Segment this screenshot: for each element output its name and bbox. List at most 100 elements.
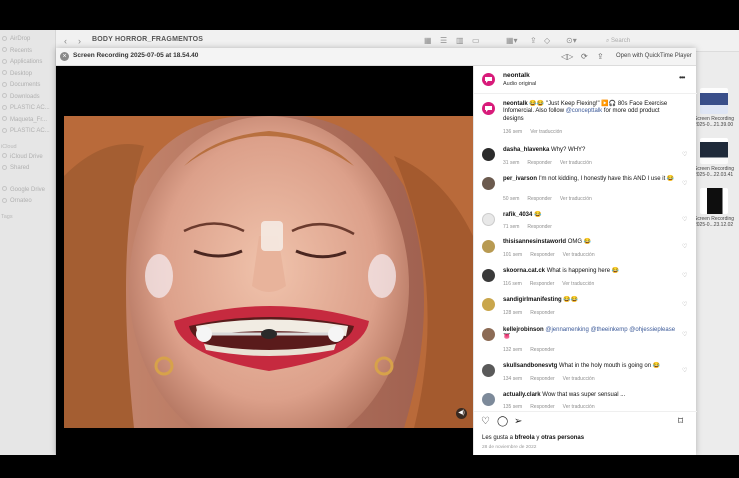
reply-link[interactable]: Responder (527, 160, 551, 166)
share-icon[interactable]: ⇪ (597, 52, 604, 61)
speech-bubble-icon (485, 77, 492, 83)
heart-icon[interactable]: ♡ (682, 367, 687, 374)
file-item[interactable]: Screen Recording 2025-0...23.12.02 (694, 182, 739, 232)
more-icon[interactable]: ⊙▾ (566, 36, 577, 45)
heart-icon[interactable]: ♡ (682, 301, 687, 308)
comment-user[interactable]: skoorna.cat.ck (503, 268, 545, 274)
open-with-quicktime-button[interactable]: Open with QuickTime Player (616, 53, 692, 59)
avatar[interactable] (482, 240, 495, 253)
comment-user[interactable]: kellejrobinson (503, 327, 544, 333)
video-still-face (64, 116, 473, 428)
bookmark-icon[interactable]: ⌑ (678, 416, 683, 427)
translate-link[interactable]: Ver traducción (560, 196, 592, 202)
avatar[interactable] (482, 298, 495, 311)
sidebar-item[interactable]: Downloads (0, 92, 55, 104)
comment-user[interactable]: neontalk (503, 101, 528, 107)
instagram-panel: neontalk Audio original ••• neontalk 😂😂 … (473, 66, 697, 455)
liker-username[interactable]: bfreola (515, 435, 535, 441)
mention-link[interactable]: @jennamenking @theeinkemp @ohjessiepleas… (545, 327, 675, 333)
comment-text: I'm not kidding, I honestly have this AN… (538, 176, 675, 182)
avatar[interactable] (482, 73, 495, 86)
share-icon[interactable]: ⇪ (530, 36, 537, 45)
more-options-icon[interactable]: ••• (679, 73, 685, 82)
column-view-icon[interactable]: ▥ (456, 36, 464, 45)
heart-icon[interactable]: ♡ (481, 416, 490, 427)
heart-icon[interactable]: ♡ (682, 243, 687, 250)
translate-link[interactable]: Ver traducción (562, 281, 594, 287)
rotate-icon[interactable]: ⟳ (581, 52, 588, 61)
avatar[interactable] (482, 177, 495, 190)
drive-icon (2, 186, 7, 192)
sidebar-item[interactable]: iCloud Drive (0, 152, 55, 164)
sidebar-item[interactable]: Recents (0, 46, 55, 58)
reply-link[interactable]: Responder (530, 404, 554, 410)
translate-link[interactable]: Ver traducción (563, 252, 595, 258)
sidebar-item[interactable]: PLASTIC AC... (0, 126, 55, 138)
reply-link[interactable]: Responder (530, 252, 554, 258)
avatar[interactable] (482, 269, 495, 282)
heart-icon[interactable]: ♡ (682, 216, 687, 223)
heart-icon[interactable]: ♡ (682, 180, 687, 187)
comment-icon[interactable]: ◯ (497, 416, 508, 427)
group-icon[interactable]: ▦▾ (506, 36, 518, 45)
reply-link[interactable]: Responder (527, 196, 551, 202)
reply-link[interactable]: Responder (530, 376, 554, 382)
forward-icon[interactable]: › (78, 36, 81, 46)
mute-icon[interactable]: ◀) (456, 408, 467, 419)
sidebar-item[interactable]: Maqueta_Fr... (0, 115, 55, 127)
gallery-view-icon[interactable]: ▭ (472, 36, 480, 45)
reply-link[interactable]: Responder (530, 281, 554, 287)
heart-icon[interactable]: ♡ (682, 331, 687, 338)
comment-user[interactable]: skullsandbonesvtg (503, 363, 557, 369)
comment-user[interactable]: dasha_hlavenka (503, 147, 549, 153)
folder-icon (2, 127, 7, 133)
search-field[interactable]: ⌕ Search (606, 35, 726, 47)
reply-link[interactable]: Responder (530, 347, 554, 353)
comment-user[interactable]: actually.clark (503, 392, 541, 398)
reply-link[interactable]: Responder (530, 310, 554, 316)
avatar[interactable] (482, 364, 495, 377)
sidebar-item[interactable]: AirDrop (0, 34, 55, 46)
avatar[interactable] (482, 102, 495, 115)
comment-user[interactable]: rafik_4034 (503, 212, 532, 218)
file-item[interactable]: Screen Recording 2025-0...21.39.00 (694, 82, 739, 132)
list-view-icon[interactable]: ☰ (440, 36, 447, 45)
avatar[interactable] (482, 393, 495, 406)
comment-user[interactable]: per_ivarson (503, 176, 537, 182)
airdrop-icon (2, 35, 7, 41)
post-username[interactable]: neontalk (503, 72, 530, 79)
heart-icon[interactable]: ♡ (682, 151, 687, 158)
mention-link[interactable]: @concepttalk (566, 108, 602, 114)
avatar[interactable] (482, 213, 495, 226)
reply-link[interactable]: Responder (527, 224, 551, 230)
translate-link[interactable]: Ver traducción (563, 404, 595, 410)
quicklook-title: Screen Recording 2025-07-05 at 18.54.40 (73, 52, 199, 59)
translate-link[interactable]: Ver traducción (563, 376, 595, 382)
sidebar-item[interactable]: Shared (0, 163, 55, 175)
sidebar-item[interactable]: Documents (0, 80, 55, 92)
comment-user[interactable]: sandigirlmanifesting (503, 297, 562, 303)
file-item[interactable]: Screen Recording 2025-0...22.03.41 (694, 132, 739, 182)
close-icon[interactable]: × (60, 52, 69, 61)
video-player[interactable]: ◀) (56, 66, 473, 455)
trim-icon[interactable]: ◁▷ (561, 52, 573, 61)
avatar[interactable] (482, 328, 495, 341)
sidebar-item[interactable]: Ornateo (0, 196, 55, 208)
sidebar-item[interactable]: Desktop (0, 69, 55, 81)
comment-text: Why? WHY? (551, 147, 586, 153)
translate-link[interactable]: Ver traducción (530, 129, 562, 135)
heart-icon[interactable]: ♡ (682, 272, 687, 279)
comment-user[interactable]: thisisannesinstaworld (503, 239, 566, 245)
others-link[interactable]: otras personas (541, 435, 584, 441)
avatar[interactable] (482, 148, 495, 161)
icon-view-icon[interactable]: ▦ (424, 36, 432, 45)
translate-link[interactable]: Ver traducción (560, 160, 592, 166)
sidebar-item[interactable]: Applications (0, 57, 55, 69)
send-icon[interactable]: ➢ (514, 416, 522, 427)
sidebar-item[interactable]: PLASTIC AC... (0, 103, 55, 115)
sidebar-item[interactable]: Google Drive (0, 185, 55, 197)
tag-icon[interactable]: ◇ (544, 36, 550, 45)
back-icon[interactable]: ‹ (64, 36, 67, 46)
audio-label[interactable]: Audio original (503, 81, 536, 87)
comment-text: What is happening here 😂 (546, 268, 620, 274)
